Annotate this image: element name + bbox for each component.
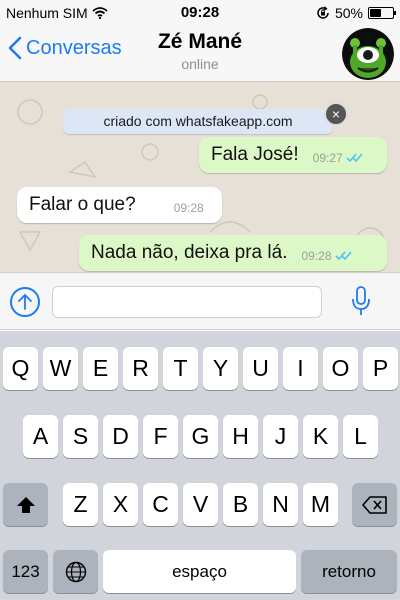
message-time: 09:28 <box>301 249 332 263</box>
key-k[interactable]: K <box>303 415 338 458</box>
message-bubble-outgoing[interactable]: Fala José! 09:27 <box>199 137 387 173</box>
key-y[interactable]: Y <box>203 347 238 390</box>
message-bubble-outgoing[interactable]: Nada não, deixa pra lá. 09:28 <box>79 235 387 271</box>
key-u[interactable]: U <box>243 347 278 390</box>
chat-area[interactable]: criado com whatsfakeapp.com × Fala José!… <box>0 82 400 272</box>
key-h[interactable]: H <box>223 415 258 458</box>
numbers-key[interactable]: 123 <box>3 550 48 593</box>
microphone-button[interactable] <box>350 285 372 324</box>
shift-key[interactable] <box>3 483 48 526</box>
watermark-banner: criado com whatsfakeapp.com <box>63 109 333 134</box>
key-t[interactable]: T <box>163 347 198 390</box>
contact-presence: online <box>181 56 219 72</box>
attach-button[interactable] <box>10 287 40 317</box>
keyboard: Q W E R T Y U I O P A S D F G H J K L Z … <box>0 331 400 600</box>
backspace-icon <box>361 495 387 514</box>
key-v[interactable]: V <box>183 483 218 526</box>
globe-key[interactable] <box>53 550 98 593</box>
key-l[interactable]: L <box>343 415 378 458</box>
status-bar: Nenhum SIM 09:28 50% <box>0 0 400 26</box>
read-checkmarks-icon <box>334 251 353 261</box>
key-c[interactable]: C <box>143 483 178 526</box>
key-m[interactable]: M <box>303 483 338 526</box>
read-checkmarks-icon <box>346 153 364 163</box>
message-time: 09:28 <box>173 201 204 215</box>
message-time: 09:27 <box>312 151 343 165</box>
navigation-bar: Conversas Zé Mané online <box>0 26 400 82</box>
delete-key[interactable] <box>352 483 397 526</box>
message-bubble-incoming[interactable]: Falar o que? 09:28 <box>17 187 222 223</box>
battery-icon <box>368 7 396 19</box>
key-a[interactable]: A <box>23 415 58 458</box>
key-x[interactable]: X <box>103 483 138 526</box>
message-text: Nada não, deixa pra lá. <box>91 242 288 263</box>
key-j[interactable]: J <box>263 415 298 458</box>
message-text: Fala José! <box>211 144 299 165</box>
key-d[interactable]: D <box>103 415 138 458</box>
message-input-bar <box>0 272 400 330</box>
key-p[interactable]: P <box>363 347 398 390</box>
key-b[interactable]: B <box>223 483 258 526</box>
key-s[interactable]: S <box>63 415 98 458</box>
arrow-up-icon <box>18 293 32 310</box>
avatar[interactable] <box>342 28 394 80</box>
key-o[interactable]: O <box>323 347 358 390</box>
key-w[interactable]: W <box>43 347 78 390</box>
status-right-group: 50% <box>316 5 396 21</box>
key-f[interactable]: F <box>143 415 178 458</box>
alien-avatar-icon <box>342 28 394 80</box>
space-key[interactable]: espaço <box>103 550 296 593</box>
key-r[interactable]: R <box>123 347 158 390</box>
message-text: Falar o que? <box>29 194 136 215</box>
contact-name: Zé Mané <box>157 30 243 53</box>
close-banner-button[interactable]: × <box>324 102 348 126</box>
key-g[interactable]: G <box>183 415 218 458</box>
battery-percent: 50% <box>334 5 363 21</box>
rotation-lock-icon <box>317 6 329 19</box>
return-key[interactable]: retorno <box>301 550 397 593</box>
key-i[interactable]: I <box>283 347 318 390</box>
contact-header[interactable]: Zé Mané online <box>0 30 400 72</box>
key-q[interactable]: Q <box>3 347 38 390</box>
key-z[interactable]: Z <box>63 483 98 526</box>
microphone-icon <box>352 286 370 315</box>
message-input[interactable] <box>52 286 322 318</box>
key-n[interactable]: N <box>263 483 298 526</box>
globe-icon <box>65 561 86 582</box>
shift-icon <box>16 496 35 513</box>
battery-fill <box>370 9 381 17</box>
key-e[interactable]: E <box>83 347 118 390</box>
